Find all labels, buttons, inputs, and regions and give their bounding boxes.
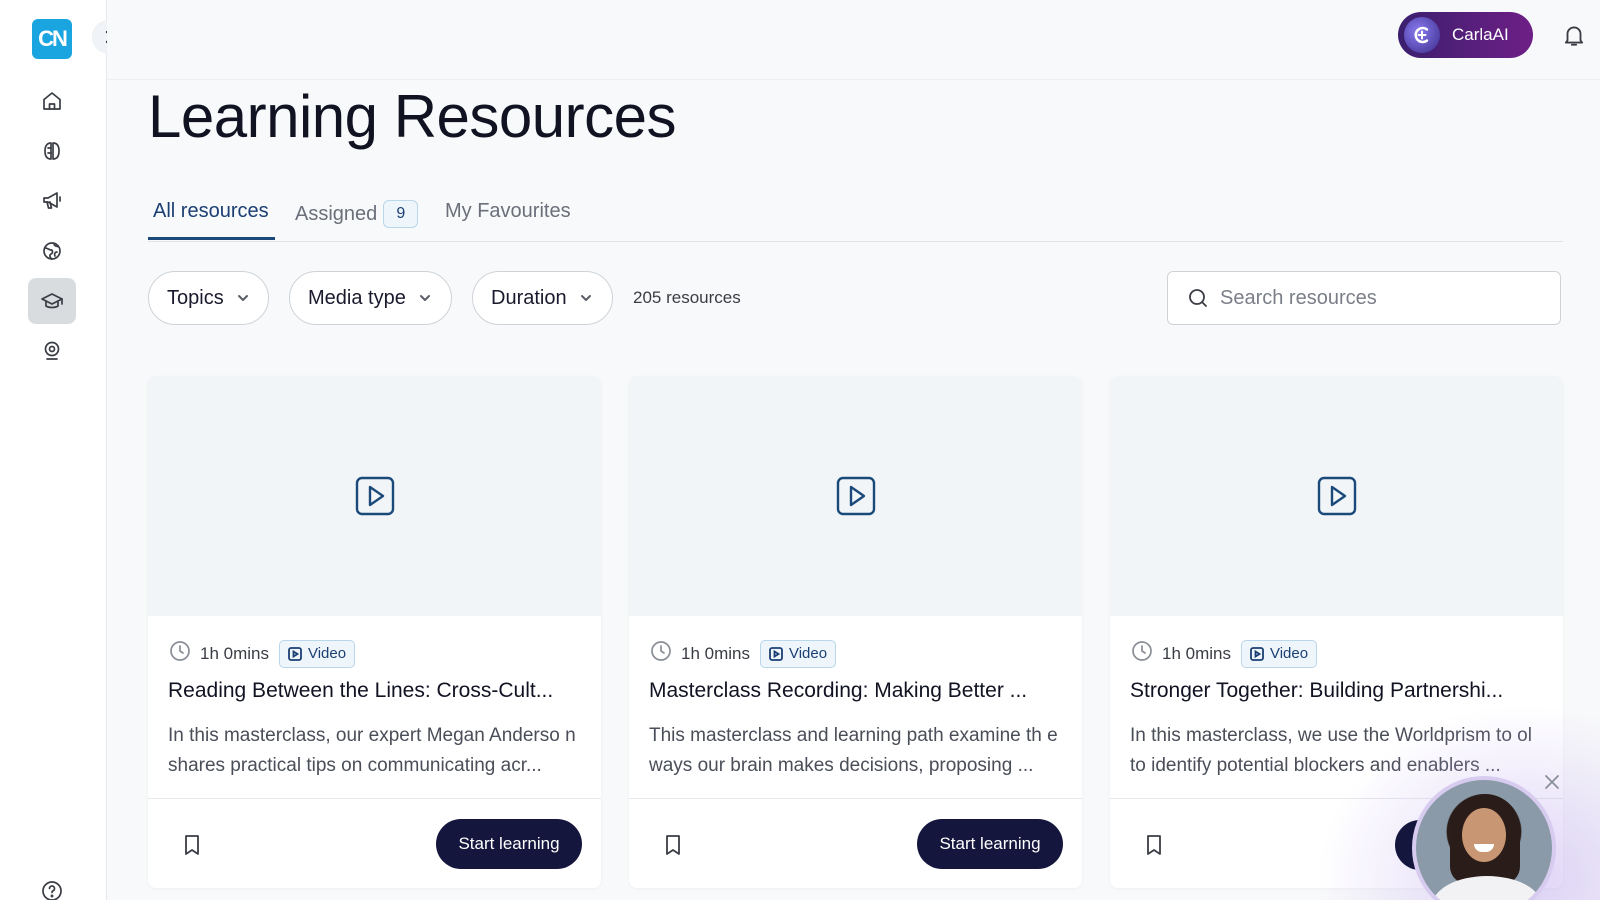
play-video-icon xyxy=(836,476,875,516)
clock-icon xyxy=(168,639,192,668)
assistant-logo-icon xyxy=(1404,17,1440,53)
avatar-shirt xyxy=(1432,876,1542,900)
close-icon xyxy=(1545,775,1559,789)
filter-label: Duration xyxy=(491,286,567,309)
play-video-icon xyxy=(355,476,394,516)
card-description: In this masterclass, our expert Megan An… xyxy=(168,725,576,776)
sidebar-item-insights[interactable] xyxy=(28,128,76,174)
active-tab-indicator xyxy=(148,237,275,240)
start-learning-button[interactable]: Start learning xyxy=(436,819,582,869)
bookmark-icon xyxy=(1147,835,1161,855)
card-duration: 1h 0mins xyxy=(681,643,750,663)
chevron-down-icon xyxy=(580,295,591,301)
bookmark-button[interactable] xyxy=(180,833,204,862)
megaphone-icon xyxy=(43,192,61,209)
media-type-label: Video xyxy=(1269,645,1309,662)
media-type-badge: Video xyxy=(278,639,356,668)
video-icon xyxy=(1250,646,1264,661)
avatar-face xyxy=(1462,808,1506,862)
card-meta: 1h 0mins Video xyxy=(1130,639,1318,668)
card-title[interactable]: Reading Between the Lines: Cross-Cult... xyxy=(168,679,583,703)
assigned-count-badge: 9 xyxy=(383,200,419,228)
search-box[interactable] xyxy=(1167,271,1561,325)
card-divider xyxy=(148,798,601,799)
app-logo[interactable]: CN xyxy=(32,19,72,59)
help-circle-icon xyxy=(42,881,62,900)
media-type-badge: Video xyxy=(759,639,837,668)
card-thumbnail xyxy=(1110,376,1563,616)
bookmark-button[interactable] xyxy=(1142,833,1166,862)
card-thumbnail xyxy=(629,376,1082,616)
clock-icon xyxy=(649,639,673,668)
top-bar: CarlaAI KQ xyxy=(107,0,1600,80)
card-thumbnail xyxy=(148,376,601,616)
card-title[interactable]: Masterclass Recording: Making Better ... xyxy=(649,679,1064,703)
card-description: This masterclass and learning path exami… xyxy=(649,725,1058,776)
close-widget-button[interactable] xyxy=(1542,772,1564,794)
topics-filter[interactable]: Topics xyxy=(148,271,269,325)
tab-label: All resources xyxy=(153,200,269,222)
duration-filter[interactable]: Duration xyxy=(472,271,613,325)
tab-all-resources[interactable]: All resources xyxy=(153,200,269,223)
sidebar-item-announcements[interactable] xyxy=(28,178,76,224)
bookmark-button[interactable] xyxy=(661,833,685,862)
play-video-icon xyxy=(1317,476,1356,516)
bell-icon xyxy=(1564,26,1584,46)
home-icon xyxy=(43,92,61,110)
brain-icon xyxy=(44,142,60,160)
bookmark-icon xyxy=(185,835,199,855)
globe-icon xyxy=(43,242,61,260)
search-input[interactable] xyxy=(1220,286,1540,310)
search-icon xyxy=(1189,289,1207,307)
card-duration: 1h 0mins xyxy=(1162,643,1231,663)
card-duration: 1h 0mins xyxy=(200,643,269,663)
card-meta: 1h 0mins Video xyxy=(649,639,837,668)
card-title[interactable]: Stronger Together: Building Partnershi..… xyxy=(1130,679,1545,703)
card-meta: 1h 0mins Video xyxy=(168,639,356,668)
media-type-label: Video xyxy=(307,645,347,662)
media-type-filter[interactable]: Media type xyxy=(289,271,452,325)
assistant-label: CarlaAI xyxy=(1452,25,1509,44)
chevron-down-icon xyxy=(419,295,430,301)
sidebar-item-global[interactable] xyxy=(28,228,76,274)
resource-tabs: All resources Assigned 9 My Favourites xyxy=(148,190,1563,242)
card-description: In this masterclass, we use the Worldpri… xyxy=(1130,725,1532,776)
tab-label: My Favourites xyxy=(445,200,571,222)
media-type-badge: Video xyxy=(1240,639,1318,668)
location-pin-icon xyxy=(44,341,60,360)
tab-label: Assigned xyxy=(295,202,378,225)
assistant-button[interactable]: CarlaAI xyxy=(1398,12,1533,58)
sidebar: CN xyxy=(0,0,107,900)
sidebar-item-location[interactable] xyxy=(28,328,76,374)
sidebar-item-home[interactable] xyxy=(28,78,76,124)
page-title: Learning Resources xyxy=(148,83,676,150)
clock-icon xyxy=(1130,639,1154,668)
sidebar-item-learning[interactable] xyxy=(28,278,76,324)
resource-count: 205 resources xyxy=(633,288,741,307)
resource-card[interactable]: 1h 0mins Video Reading Between the Lines… xyxy=(148,376,601,888)
sidebar-item-help[interactable] xyxy=(28,868,76,900)
tab-my-favourites[interactable]: My Favourites xyxy=(445,200,571,223)
graduation-cap-icon xyxy=(41,293,63,309)
bookmark-icon xyxy=(666,835,680,855)
resource-card[interactable]: 1h 0mins Video Masterclass Recording: Ma… xyxy=(629,376,1082,888)
video-icon xyxy=(769,646,783,661)
filter-label: Media type xyxy=(308,286,406,309)
media-type-label: Video xyxy=(788,645,828,662)
tab-assigned[interactable]: Assigned 9 xyxy=(295,200,419,228)
video-icon xyxy=(288,646,302,661)
notifications-button[interactable] xyxy=(1561,22,1589,50)
card-divider xyxy=(629,798,1082,799)
start-learning-button[interactable]: Start learning xyxy=(917,819,1063,869)
chevron-down-icon xyxy=(237,295,248,301)
filter-label: Topics xyxy=(167,286,224,309)
